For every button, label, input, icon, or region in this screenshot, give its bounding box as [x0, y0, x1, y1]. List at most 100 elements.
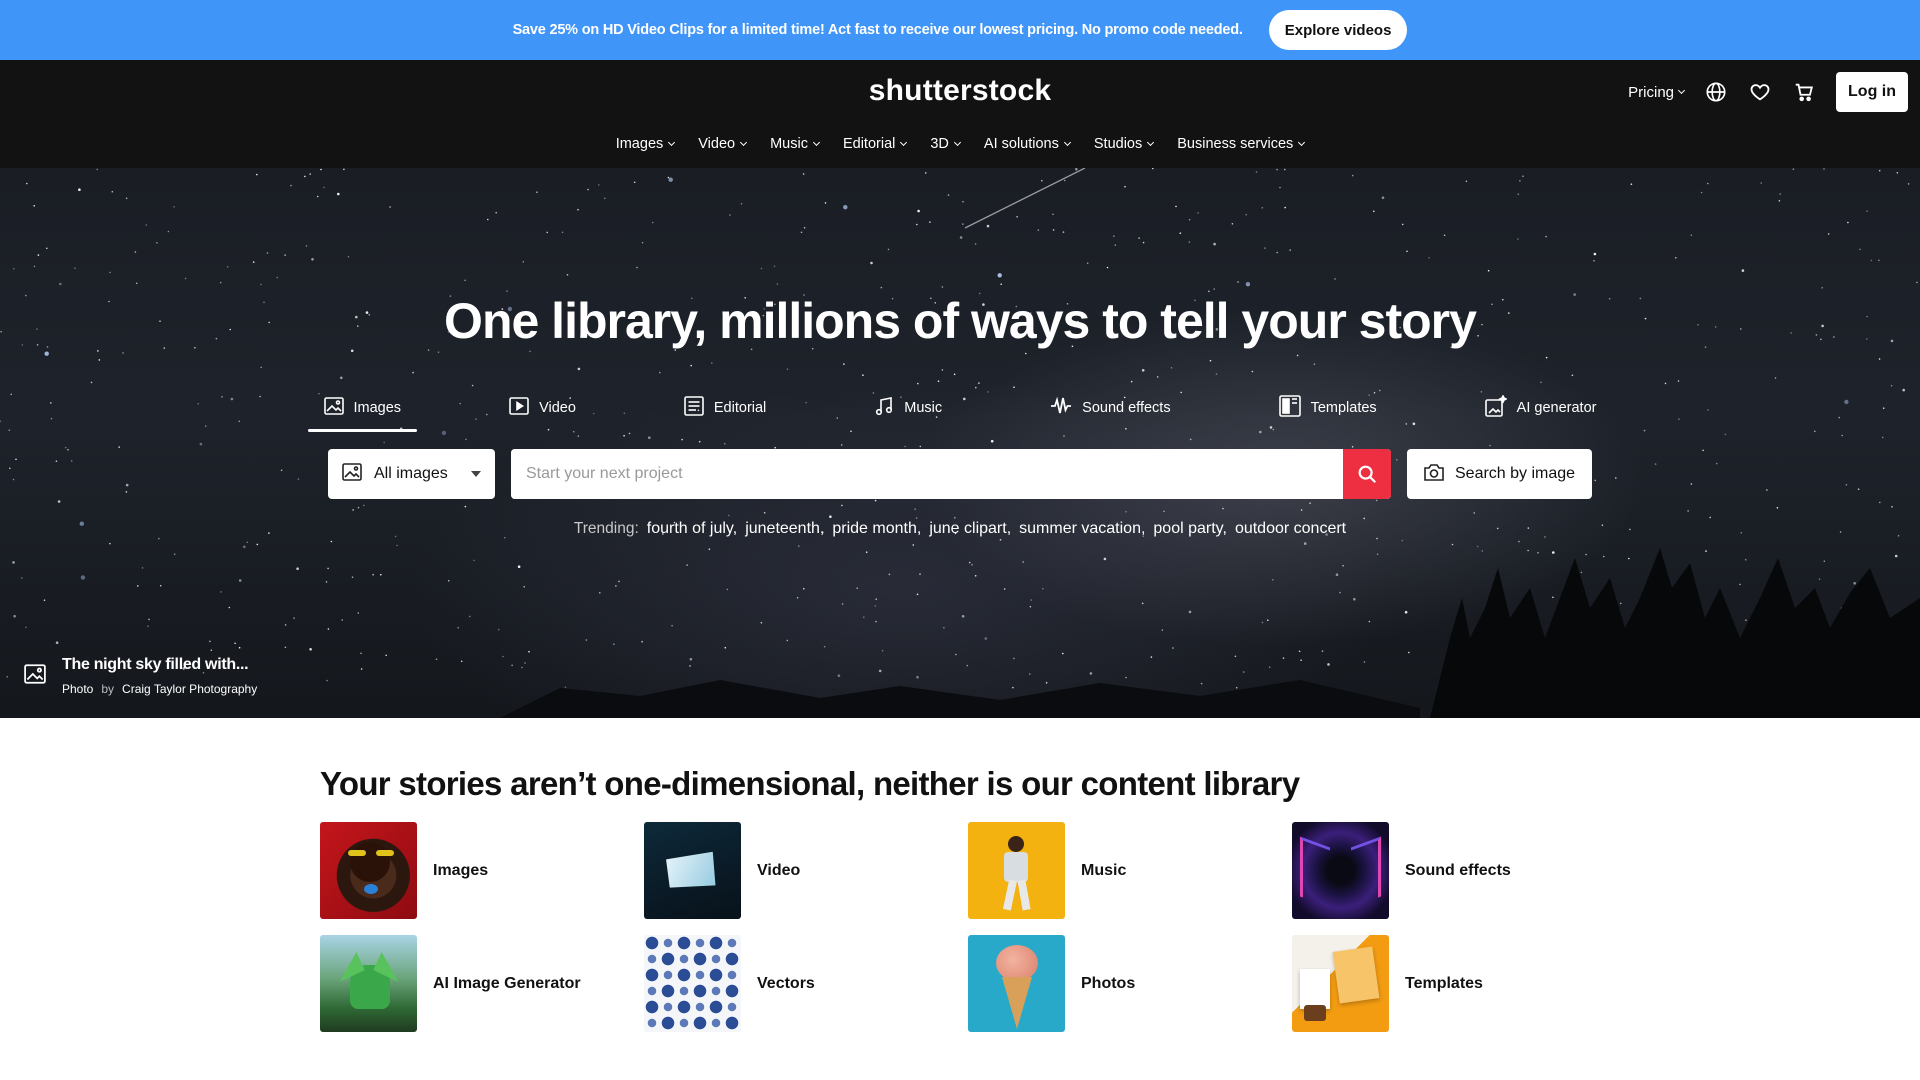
- credit-author[interactable]: Craig Taylor Photography: [122, 682, 257, 696]
- search-input[interactable]: [511, 449, 1343, 499]
- category-card-video[interactable]: Video: [644, 822, 968, 919]
- trending-term[interactable]: june clipart,: [929, 520, 1011, 538]
- trending-label: Trending:: [573, 520, 639, 537]
- nav-label: Video: [698, 136, 736, 152]
- cart-icon[interactable]: [1792, 80, 1816, 104]
- chevron-down-icon: [740, 138, 748, 147]
- music-icon: [874, 396, 894, 420]
- main-nav: Images Video Music Editorial 3D AI solut…: [0, 136, 1920, 152]
- nav-label: AI solutions: [983, 136, 1059, 152]
- night-sky-image: [0, 168, 1920, 718]
- card-label: Vectors: [757, 974, 815, 992]
- nav-studios[interactable]: Studios: [1094, 136, 1155, 152]
- nav-ai-solutions[interactable]: AI solutions: [983, 136, 1071, 152]
- tab-templates[interactable]: Templates: [1263, 390, 1393, 426]
- vectors-thumbnail: [644, 935, 741, 1032]
- tab-label: Music: [904, 400, 943, 416]
- card-label: Photos: [1081, 974, 1136, 992]
- image-icon: [323, 397, 344, 419]
- site-header: shutterstock Pricing Log in Images Video…: [0, 60, 1920, 168]
- promo-banner: Save 25% on HD Video Clips for a limited…: [0, 0, 1920, 60]
- category-card-ai-image-generator[interactable]: AI Image Generator: [320, 935, 644, 1032]
- trending-term[interactable]: summer vacation,: [1019, 520, 1145, 538]
- nav-3d[interactable]: 3D: [930, 136, 961, 152]
- search-button[interactable]: [1343, 449, 1391, 499]
- card-label: Sound effects: [1405, 861, 1511, 879]
- card-label: Images: [433, 861, 489, 879]
- category-card-photos[interactable]: Photos: [968, 935, 1292, 1032]
- templates-icon: [1278, 395, 1301, 421]
- tab-video[interactable]: Video: [493, 390, 592, 426]
- category-card-vectors[interactable]: Vectors: [644, 935, 968, 1032]
- logo-text: shutterstock: [868, 74, 1052, 107]
- section-title: Your stories aren’t one-dimensional, nei…: [320, 765, 1300, 802]
- explore-videos-button[interactable]: Explore videos: [1268, 10, 1408, 50]
- ai-generator-icon: [1484, 394, 1508, 421]
- shutterstock-logo[interactable]: shutterstock: [869, 74, 1051, 108]
- tab-label: Editorial: [713, 400, 767, 416]
- music-thumbnail: [968, 822, 1065, 919]
- nav-label: Images: [615, 136, 664, 152]
- credit-by: by: [101, 682, 115, 696]
- header-actions: Pricing Log in: [1628, 72, 1908, 112]
- sound-effects-thumbnail: [1292, 822, 1389, 919]
- card-label: Video: [757, 861, 801, 879]
- chevron-down-icon: [1298, 138, 1306, 147]
- templates-thumbnail: [1292, 935, 1389, 1032]
- photos-thumbnail: [968, 935, 1065, 1032]
- card-label: Music: [1081, 861, 1127, 879]
- tab-sound-effects[interactable]: Sound effects: [1034, 390, 1186, 426]
- trending-term[interactable]: pride month,: [832, 520, 921, 538]
- credit-title[interactable]: The night sky filled with...: [62, 656, 257, 674]
- tab-label: Images: [353, 400, 402, 416]
- search-by-image-label: Search by image: [1455, 465, 1576, 482]
- nav-label: Business services: [1177, 136, 1294, 152]
- card-label: Templates: [1405, 974, 1483, 992]
- category-card-templates[interactable]: Templates: [1292, 935, 1616, 1032]
- globe-icon[interactable]: [1704, 80, 1728, 104]
- chevron-down-icon: [668, 138, 676, 147]
- nav-editorial[interactable]: Editorial: [842, 136, 908, 152]
- trending-term[interactable]: juneteenth,: [745, 520, 824, 538]
- card-label: AI Image Generator: [433, 974, 581, 992]
- nav-label: Editorial: [842, 136, 896, 152]
- editorial-icon: [684, 396, 704, 420]
- category-cards: Images Video Music Sound effects AI Imag…: [320, 822, 1620, 1032]
- category-card-sound-effects[interactable]: Sound effects: [1292, 822, 1616, 919]
- video-icon: [509, 397, 529, 419]
- trending-searches: Trending: fourth of july, juneteenth, pr…: [0, 520, 1920, 538]
- search-by-image-button[interactable]: Search by image: [1407, 449, 1592, 499]
- nav-video[interactable]: Video: [698, 136, 748, 152]
- nav-music[interactable]: Music: [770, 136, 821, 152]
- pricing-menu[interactable]: Pricing: [1628, 84, 1686, 101]
- tab-editorial[interactable]: Editorial: [668, 390, 782, 426]
- tab-label: Video: [539, 400, 576, 416]
- nav-label: 3D: [930, 136, 949, 152]
- nav-business-services[interactable]: Business services: [1177, 136, 1306, 152]
- nav-images[interactable]: Images: [615, 136, 676, 152]
- trending-term[interactable]: pool party,: [1153, 520, 1227, 538]
- tab-label: Templates: [1310, 400, 1377, 416]
- tab-images[interactable]: Images: [307, 390, 418, 432]
- tab-ai-generator[interactable]: AI generator: [1469, 390, 1613, 426]
- chevron-down-icon: [953, 138, 961, 147]
- media-type-tabs: Images Video Editorial Music Sound effec…: [0, 390, 1920, 432]
- trending-term[interactable]: outdoor concert: [1235, 520, 1346, 538]
- content-library-section: Your stories aren’t one-dimensional, nei…: [320, 765, 1600, 1032]
- login-button[interactable]: Log in: [1836, 72, 1908, 112]
- trending-term[interactable]: fourth of july,: [647, 520, 737, 538]
- category-card-images[interactable]: Images: [320, 822, 644, 919]
- asset-type-dropdown[interactable]: All images: [328, 449, 495, 499]
- category-card-music[interactable]: Music: [968, 822, 1292, 919]
- hero-title: One library, millions of ways to tell yo…: [444, 293, 1477, 349]
- tab-music[interactable]: Music: [858, 390, 958, 426]
- chevron-down-icon: [1063, 138, 1071, 147]
- asset-type-label: All images: [374, 465, 448, 482]
- heart-icon[interactable]: [1748, 80, 1772, 104]
- nav-label: Music: [770, 136, 808, 152]
- chevron-down-icon: [900, 138, 908, 147]
- sound-wave-icon: [1050, 396, 1072, 420]
- images-thumbnail: [320, 822, 417, 919]
- tab-label: AI generator: [1516, 400, 1597, 416]
- promo-text: Save 25% on HD Video Clips for a limited…: [512, 22, 1243, 38]
